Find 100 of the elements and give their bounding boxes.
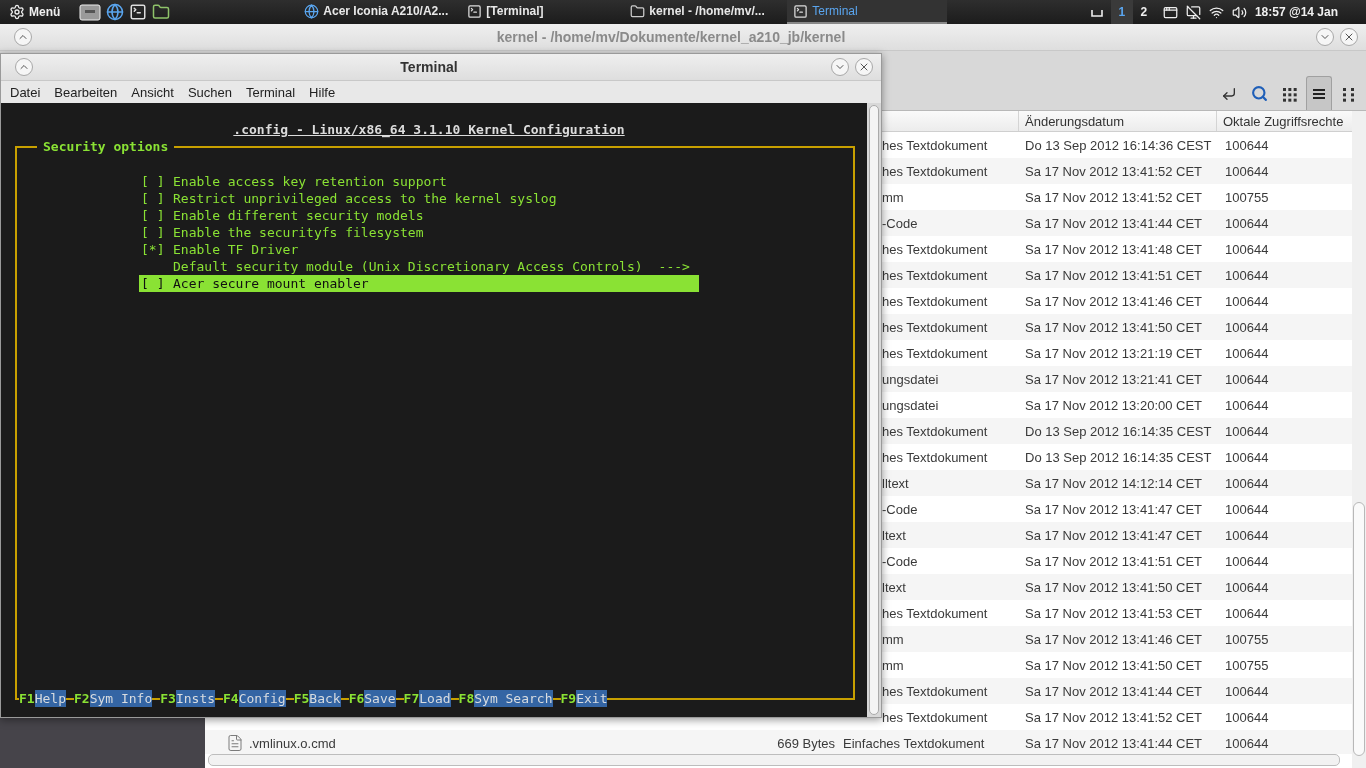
column-header[interactable]: Oktale Zugriffsrechte <box>1223 113 1344 129</box>
menu-option[interactable]: [*] Enable TF Driver <box>139 241 699 258</box>
modified-date: Sa 17 Nov 2012 13:41:44 CET <box>1025 735 1203 751</box>
modified-date: Sa 17 Nov 2012 13:41:51 CET <box>1025 267 1203 283</box>
file-drawer-icon[interactable] <box>79 3 102 21</box>
file-type: hes Textdokument <box>882 267 988 283</box>
hotkey-label: Exit <box>576 690 608 707</box>
menu-item[interactable]: Ansicht <box>124 84 181 100</box>
wifi-icon[interactable] <box>1208 4 1224 20</box>
taskbar-button[interactable]: [Terminal] <box>461 0 622 24</box>
modified-date: Sa 17 Nov 2012 13:41:47 CET <box>1025 501 1203 517</box>
taskbar-button[interactable]: Terminal <box>787 0 948 24</box>
workspace-button[interactable]: 1 <box>1110 0 1133 24</box>
hotkey-label: Load <box>419 690 451 707</box>
globe-icon <box>304 3 320 19</box>
globe-icon[interactable] <box>106 3 125 21</box>
menu-option[interactable]: [ ] Restrict unprivileged access to the kernel syslog <box>139 190 699 207</box>
horizontal-scrollbar[interactable] <box>208 754 1340 766</box>
file-type: hes Textdokument <box>882 605 988 621</box>
permissions: 100644 <box>1225 137 1269 153</box>
file-type: hes Textdokument <box>882 423 988 439</box>
modified-date: Sa 17 Nov 2012 13:21:19 CET <box>1025 345 1203 361</box>
modified-date: Sa 17 Nov 2012 13:41:52 CET <box>1025 709 1203 725</box>
menu-item[interactable]: Suchen <box>180 84 239 100</box>
permissions: 100644 <box>1225 371 1269 387</box>
menu-option[interactable]: [ ] Enable the securityfs filesystem <box>139 224 699 241</box>
permissions: 100755 <box>1225 657 1269 673</box>
file-type: ungsdatei <box>882 371 939 387</box>
menu-button[interactable]: Menü <box>6 0 64 24</box>
modified-date: Sa 17 Nov 2012 13:41:53 CET <box>1025 605 1203 621</box>
permissions: 100755 <box>1225 189 1269 205</box>
menu-option[interactable]: [ ] Enable different security models <box>139 207 699 224</box>
modified-date: Do 13 Sep 2012 16:14:36 CEST <box>1025 137 1212 153</box>
permissions: 100644 <box>1225 163 1269 179</box>
modified-date: Do 13 Sep 2012 16:14:35 CEST <box>1025 423 1212 439</box>
speaker-icon[interactable] <box>1231 4 1247 20</box>
scrollbar-thumb[interactable] <box>1353 502 1365 756</box>
permissions: 100644 <box>1225 553 1269 569</box>
modified-date: Sa 17 Nov 2012 13:41:47 CET <box>1025 527 1203 543</box>
file-type: ungsdatei <box>882 397 939 413</box>
terminal-icon <box>467 3 483 19</box>
folder-icon[interactable] <box>152 3 171 21</box>
file-type: hes Textdokument <box>882 345 988 361</box>
file-type: mm <box>882 189 904 205</box>
menu-item[interactable]: Terminal <box>239 84 303 100</box>
folder-icon <box>630 3 646 19</box>
terminal-icon[interactable] <box>129 3 148 21</box>
taskbar-button[interactable]: kernel - /home/mv/... <box>624 0 785 24</box>
permissions: 100755 <box>1225 631 1269 647</box>
document-icon <box>226 734 244 752</box>
modified-date: Sa 17 Nov 2012 13:41:50 CET <box>1025 319 1203 335</box>
vertical-scrollbar[interactable] <box>1352 111 1366 768</box>
menu-option[interactable]: [ ] Enable access key retention support <box>139 173 699 190</box>
hotkey-label: Config <box>238 690 286 707</box>
file-name: .vmlinux.o.cmd <box>249 735 336 751</box>
show-desktop-icon[interactable] <box>1090 7 1103 17</box>
window-title: kernel - /home/mv/Dokumente/kernel_a210_jb/kernel <box>495 29 847 45</box>
workspace-button[interactable]: 2 <box>1132 0 1155 24</box>
hotkey-label: Save <box>364 690 396 707</box>
permissions: 100644 <box>1225 501 1269 517</box>
hotkey-label: Sym Search <box>474 690 553 707</box>
permissions: 100644 <box>1225 345 1269 361</box>
file-type: ltext <box>882 579 906 595</box>
menu-item[interactable]: Hilfe <box>302 84 343 100</box>
config-heading: .config - Linux/x86_64 3.1.10 Kernel Configuration <box>233 121 625 138</box>
modified-date: Do 13 Sep 2012 16:14:35 CEST <box>1025 449 1212 465</box>
hotkey-label: Help <box>34 690 66 707</box>
modified-date: Sa 17 Nov 2012 13:41:44 CET <box>1025 215 1203 231</box>
close-button[interactable] <box>1340 28 1358 46</box>
file-type: hes Textdokument <box>882 319 988 335</box>
permissions: 100644 <box>1225 319 1269 335</box>
search-icon <box>1250 85 1268 102</box>
permissions: 100644 <box>1225 683 1269 699</box>
column-header[interactable]: Änderungsdatum <box>1025 113 1124 129</box>
return-arrow-icon <box>1221 85 1237 102</box>
modified-date: Sa 17 Nov 2012 13:41:46 CET <box>1025 293 1203 309</box>
permissions: 100644 <box>1225 579 1269 595</box>
window-icon[interactable] <box>1162 4 1178 20</box>
clock[interactable]: 18:57 @14 Jan <box>1254 5 1338 19</box>
menu-item[interactable]: Datei <box>3 84 48 100</box>
file-type: hes Textdokument <box>882 137 988 153</box>
menu-option[interactable]: Default security module (Unix Discretionary Access Controls) ---> <box>139 258 699 275</box>
close-button[interactable] <box>855 58 873 76</box>
permissions: 100644 <box>1225 293 1269 309</box>
file-type: lltext <box>882 475 909 491</box>
screen-icon[interactable] <box>1185 4 1201 20</box>
view-button[interactable] <box>1306 76 1332 110</box>
section-title: Security options <box>42 138 170 155</box>
permissions: 100644 <box>1225 267 1269 283</box>
menu-option[interactable]: [ ] Acer secure mount enabler <box>139 275 699 292</box>
file-type: hes Textdokument <box>882 683 988 699</box>
permissions: 100644 <box>1225 215 1269 231</box>
hotkey-label: Insts <box>175 690 216 707</box>
modified-date: Sa 17 Nov 2012 13:41:51 CET <box>1025 553 1203 569</box>
taskbar-button[interactable]: Acer Iconia A210/A2... <box>298 0 459 24</box>
file-type: mm <box>882 631 904 647</box>
modified-date: Sa 17 Nov 2012 13:41:52 CET <box>1025 189 1203 205</box>
file-type: hes Textdokument <box>882 241 988 257</box>
file-size: 669 Bytes <box>777 735 835 751</box>
menu-item[interactable]: Bearbeiten <box>47 84 125 100</box>
